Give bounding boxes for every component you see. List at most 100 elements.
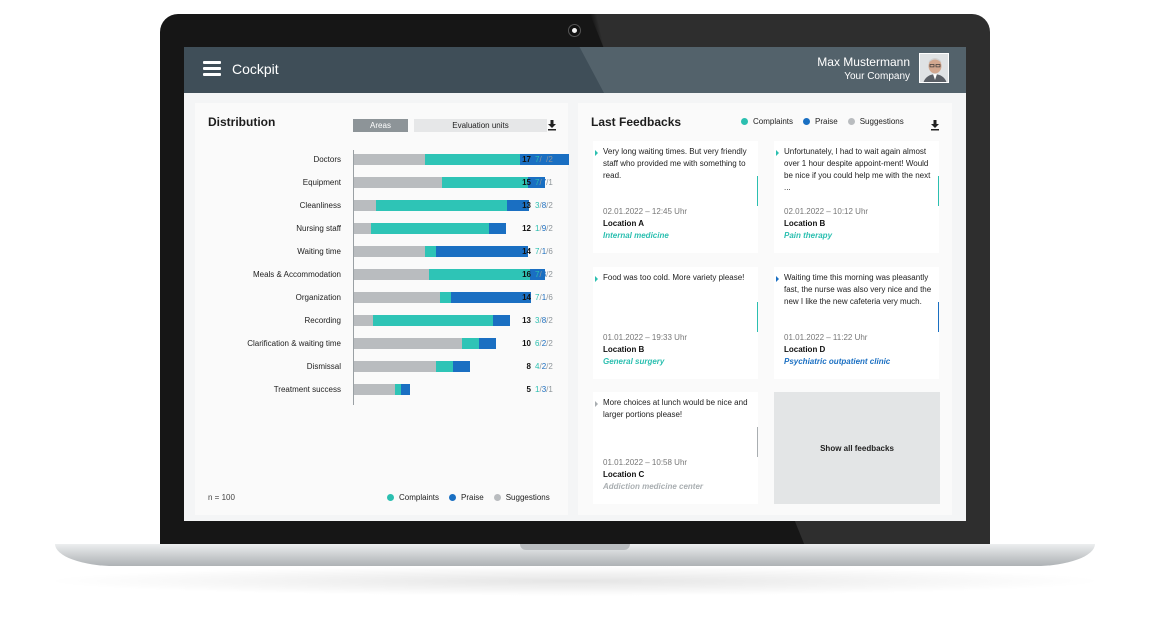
breakdown-value: 2 xyxy=(548,201,553,210)
bar-segment-complaints[interactable] xyxy=(440,292,451,303)
bar-segment-complaints[interactable] xyxy=(376,200,507,211)
top-bar-accent xyxy=(579,47,966,93)
feedback-text: Waiting time this morning was pleasantly… xyxy=(784,273,932,306)
feedback-card[interactable]: Food was too cold. More variety please! … xyxy=(593,267,758,379)
bar-segment-suggestions[interactable] xyxy=(354,384,395,395)
row-label: Meals & Accommodation xyxy=(252,270,341,279)
bar-segment-suggestions[interactable] xyxy=(354,177,442,188)
legend-label: Complaints xyxy=(399,493,440,502)
bar-segment-suggestions[interactable] xyxy=(354,361,436,372)
avatar[interactable] xyxy=(919,53,949,83)
feedback-department: Addiction medicine center xyxy=(603,482,704,491)
complaints-dot-icon xyxy=(741,118,748,125)
row-label: Cleanliness xyxy=(299,201,341,210)
bar-segment-suggestions[interactable] xyxy=(354,315,373,326)
bar-segment-suggestions[interactable] xyxy=(354,246,425,257)
legend-suggestions: Suggestions xyxy=(847,117,904,126)
breakdown-value: 2 xyxy=(548,316,553,325)
row-total: 14 xyxy=(522,293,531,302)
legend-label: Suggestions xyxy=(859,117,904,126)
legend-label: Complaints xyxy=(753,117,794,126)
bar-segment-suggestions[interactable] xyxy=(354,338,462,349)
bar-segment-praise[interactable] xyxy=(493,315,510,326)
row-total: 8 xyxy=(526,362,531,371)
bar-segment-complaints[interactable] xyxy=(462,338,479,349)
suggestions-dot-icon xyxy=(493,494,501,501)
bar-segment-suggestions[interactable] xyxy=(354,154,425,165)
legend-label: Praise xyxy=(461,493,484,502)
row-label: Equipment xyxy=(302,178,341,187)
user-company: Your Company xyxy=(844,71,910,82)
feedback-location: Location B xyxy=(603,345,645,354)
breakdown-value: 1 xyxy=(548,178,553,187)
legend-complaints: Complaints xyxy=(387,493,439,502)
bar-segment-complaints[interactable] xyxy=(436,361,453,372)
bar-segment-complaints[interactable] xyxy=(373,315,493,326)
feedback-card[interactable]: Very long waiting times. But very friend… xyxy=(593,141,758,253)
row-total: 16 xyxy=(522,270,531,279)
row-label: Waiting time xyxy=(297,247,341,256)
row-total: 14 xyxy=(522,247,531,256)
row-label: Dismissal xyxy=(306,362,341,371)
row-breakdown: 3/8/2 xyxy=(535,201,553,210)
row-label: Organization xyxy=(295,293,341,302)
breakdown-value: 2 xyxy=(548,155,553,164)
breakdown-value: 1 xyxy=(548,385,553,394)
row-total: 13 xyxy=(522,316,531,325)
category-marker xyxy=(938,176,939,206)
bar-segment-praise[interactable] xyxy=(479,338,496,349)
row-breakdown: 1/9/2 xyxy=(535,224,553,233)
show-all-feedbacks-button[interactable]: Show all feedbacks xyxy=(774,392,940,504)
category-marker xyxy=(757,176,758,206)
download-icon[interactable] xyxy=(930,118,940,131)
feedback-card[interactable]: More choices at lunch would be nice and … xyxy=(593,392,758,504)
legend-label: Suggestions xyxy=(505,493,550,502)
feedback-text: Very long waiting times. But very friend… xyxy=(603,147,747,180)
row-breakdown: 4/2/2 xyxy=(535,362,553,371)
row-breakdown: 7/1/6 xyxy=(535,247,553,256)
feedback-text: Unfortunately, I had to wait again almos… xyxy=(784,147,931,192)
toggle-evaluation-units-button[interactable]: Evaluation units xyxy=(414,119,547,132)
row-total: 5 xyxy=(526,385,531,394)
bar-segment-complaints[interactable] xyxy=(425,246,436,257)
legend-praise: Praise xyxy=(449,493,484,502)
feedbacks-panel: Last Feedbacks Complaints Praise Suggest… xyxy=(578,103,952,515)
feedback-department: Internal medicine xyxy=(603,231,669,240)
row-total: 15 xyxy=(522,178,531,187)
feedbacks-legend: Complaints Praise Suggestions xyxy=(741,117,914,126)
expand-arrow-icon xyxy=(595,150,598,156)
expand-arrow-icon xyxy=(776,276,779,282)
feedback-card[interactable]: Waiting time this morning was pleasantly… xyxy=(774,267,939,379)
download-icon[interactable] xyxy=(547,118,557,131)
bar-segment-complaints[interactable] xyxy=(371,223,489,234)
laptop-mockup: Cockpit Max Mustermann Your Company Dist… xyxy=(0,0,1150,626)
feedback-text: More choices at lunch would be nice and … xyxy=(603,398,748,419)
app-title: Cockpit xyxy=(232,61,279,77)
feedback-location: Location A xyxy=(603,219,645,228)
feedback-department: Pain therapy xyxy=(784,231,833,240)
feedback-card[interactable]: Unfortunately, I had to wait again almos… xyxy=(774,141,939,253)
feedback-date: 02.01.2022 – 10:12 Uhr xyxy=(784,207,869,216)
bar-segment-suggestions[interactable] xyxy=(354,269,429,280)
row-breakdown: 7/8/2 xyxy=(535,155,553,164)
row-breakdown: 7/8/2 xyxy=(535,270,553,279)
breakdown-value: 6 xyxy=(548,247,553,256)
hamburger-menu-icon[interactable] xyxy=(203,61,221,76)
bar-segment-suggestions[interactable] xyxy=(354,223,371,234)
legend-complaints: Complaints xyxy=(741,117,793,126)
app-screen: Cockpit Max Mustermann Your Company Dist… xyxy=(184,47,966,521)
row-label: Clarification & waiting time xyxy=(247,339,341,348)
row-breakdown: 7/7/1 xyxy=(535,178,553,187)
bar-segment-praise[interactable] xyxy=(453,361,470,372)
bar-segment-praise[interactable] xyxy=(489,223,506,234)
feedback-date: 02.01.2022 – 12:45 Uhr xyxy=(603,207,688,216)
distribution-legend: Complaints Praise Suggestions xyxy=(387,493,560,502)
feedback-date: 01.01.2022 – 11:22 Uhr xyxy=(784,333,868,342)
bar-segment-praise[interactable] xyxy=(401,384,410,395)
bar-segment-suggestions[interactable] xyxy=(354,292,440,303)
bar-segment-suggestions[interactable] xyxy=(354,200,376,211)
toggle-areas-button[interactable]: Areas xyxy=(353,119,408,132)
legend-label: Praise xyxy=(815,117,838,126)
bar-segment-complaints[interactable] xyxy=(425,154,520,165)
expand-arrow-icon xyxy=(595,276,598,282)
